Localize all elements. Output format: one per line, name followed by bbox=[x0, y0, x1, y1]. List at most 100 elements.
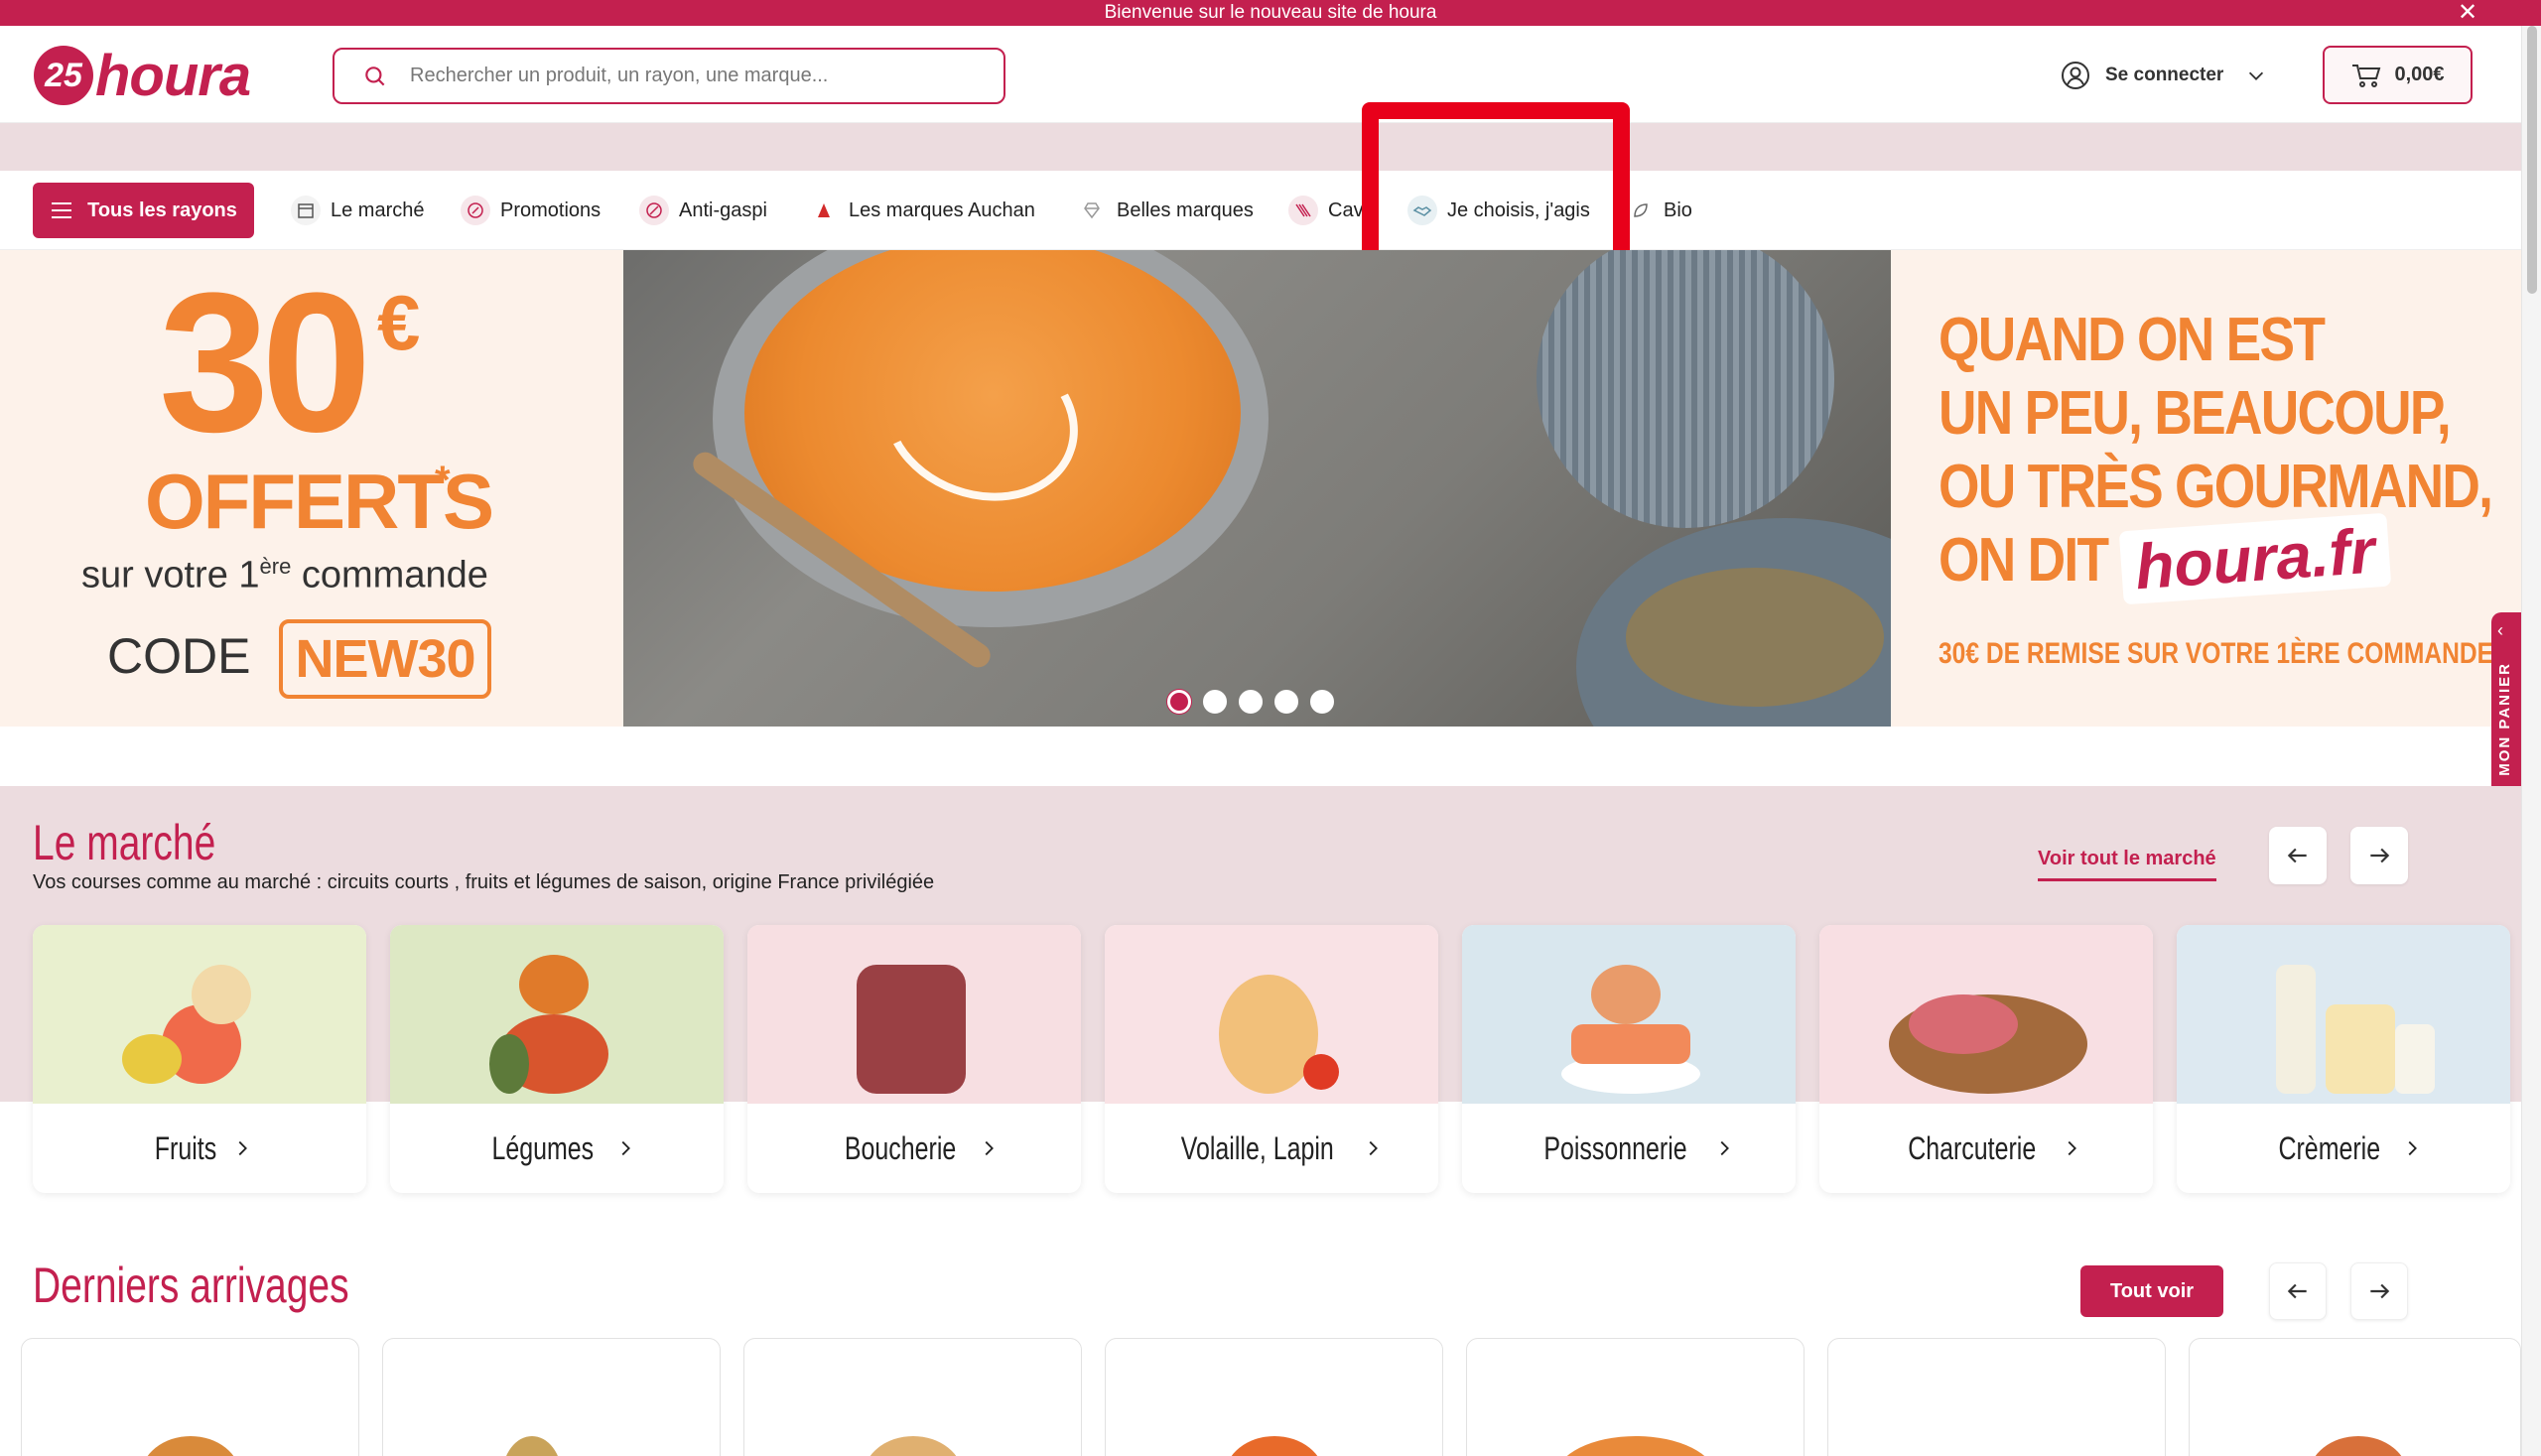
diamond-icon bbox=[1077, 196, 1107, 225]
nav-label: Les marques Auchan bbox=[849, 199, 1035, 221]
all-departments-label: Tous les rayons bbox=[87, 199, 237, 221]
carousel-dot[interactable] bbox=[1310, 690, 1334, 714]
product-card[interactable] bbox=[1466, 1338, 1805, 1456]
category-card-legumes[interactable]: Légumes bbox=[390, 925, 724, 1193]
carousel-dot[interactable] bbox=[1167, 690, 1191, 714]
product-card[interactable] bbox=[21, 1338, 359, 1456]
carousel-dot[interactable] bbox=[1239, 690, 1263, 714]
hero-promo-right: QUAND ON EST UN PEU, BEAUCOUP, OU TRÈS G… bbox=[1891, 250, 2521, 727]
arrow-left-icon bbox=[2287, 848, 2307, 863]
login-label: Se connecter bbox=[2105, 65, 2224, 85]
nav-item-promotions[interactable]: Promotions bbox=[461, 191, 601, 230]
product-image bbox=[864, 1436, 963, 1456]
voir-tout-marche-link[interactable]: Voir tout le marché bbox=[2038, 848, 2216, 881]
product-card[interactable] bbox=[1827, 1338, 2166, 1456]
logo-badge: 25 bbox=[34, 46, 93, 105]
seeds-shape bbox=[1626, 568, 1884, 707]
anti-waste-icon bbox=[639, 196, 669, 225]
nav-label: Promotions bbox=[500, 199, 602, 221]
cart-button[interactable]: 0,00€ bbox=[2323, 46, 2473, 104]
chevron-down-icon bbox=[2249, 71, 2264, 80]
marche-next-button[interactable] bbox=[2350, 827, 2408, 884]
hero-soup-image bbox=[623, 250, 1891, 727]
arrivages-next-button[interactable] bbox=[2350, 1262, 2408, 1320]
promo-first-order: sur votre 1ère commande bbox=[81, 554, 488, 596]
chevron-right-icon bbox=[238, 1140, 247, 1156]
nav-item-bio[interactable]: Bio bbox=[1626, 191, 1692, 230]
category-image bbox=[1462, 925, 1796, 1104]
nav-label: Bio bbox=[1664, 199, 1692, 221]
user-icon bbox=[2062, 62, 2089, 89]
arrow-left-icon bbox=[2287, 1283, 2307, 1299]
chevron-left-icon: ‹ bbox=[2497, 620, 2503, 640]
chevron-right-icon bbox=[1720, 1140, 1729, 1156]
mon-panier-label: MON PANIER bbox=[2496, 662, 2513, 776]
nav-item-je-choisis-j-agis[interactable]: Je choisis, j'agis bbox=[1407, 191, 1590, 230]
announcement-bar: Bienvenue sur le nouveau site de houra ✕ bbox=[0, 0, 2541, 26]
category-card-charcuterie[interactable]: Charcuterie bbox=[1819, 925, 2153, 1193]
search-icon bbox=[365, 66, 385, 85]
category-card-volaille-lapin[interactable]: Volaille, Lapin bbox=[1105, 925, 1438, 1193]
category-card-boucherie[interactable]: Boucherie bbox=[747, 925, 1081, 1193]
category-image bbox=[747, 925, 1081, 1104]
category-label: Poissonnerie bbox=[1462, 1104, 1796, 1193]
carousel-dot[interactable] bbox=[1274, 690, 1298, 714]
search-bar[interactable] bbox=[333, 48, 1005, 104]
page-scrollbar[interactable] bbox=[2521, 26, 2541, 1456]
nav-item-le-marche[interactable]: Le marché bbox=[291, 191, 425, 230]
tout-voir-button[interactable]: Tout voir bbox=[2080, 1265, 2223, 1317]
logo-text: houra bbox=[95, 43, 251, 108]
hero-promo-left: 30 € OFFERTS * sur votre 1ère commande C… bbox=[0, 250, 623, 727]
nav-item-cave[interactable]: Cav bbox=[1288, 191, 1364, 230]
search-input[interactable] bbox=[410, 65, 966, 87]
chevron-right-icon bbox=[1369, 1140, 1378, 1156]
login-button[interactable]: Se connecter bbox=[2060, 60, 2281, 91]
nav-item-marques-auchan[interactable]: Les marques Auchan bbox=[809, 191, 1035, 230]
percent-icon bbox=[461, 196, 490, 225]
marche-prev-button[interactable] bbox=[2269, 827, 2327, 884]
arrivages-prev-button[interactable] bbox=[2269, 1262, 2327, 1320]
hero-carousel[interactable]: 30 € OFFERTS * sur votre 1ère commande C… bbox=[0, 250, 2521, 727]
product-image bbox=[1225, 1436, 1324, 1456]
promo-code-label: CODE bbox=[107, 628, 251, 684]
product-image bbox=[141, 1436, 240, 1456]
chevron-right-icon bbox=[621, 1140, 630, 1156]
close-icon[interactable]: ✕ bbox=[2456, 1, 2479, 25]
site-header: 25 houra Se connecter 0,00€ bbox=[0, 26, 2521, 123]
promo-band bbox=[0, 123, 2521, 171]
category-card-fruits[interactable]: Fruits bbox=[33, 925, 366, 1193]
promo-amount: 30 bbox=[159, 252, 371, 473]
category-label: Boucherie bbox=[747, 1104, 1081, 1193]
product-card[interactable] bbox=[2189, 1338, 2521, 1456]
category-card-cremerie[interactable]: Crèmerie bbox=[2177, 925, 2510, 1193]
category-image bbox=[1105, 925, 1438, 1104]
category-image bbox=[33, 925, 366, 1104]
category-label: Crèmerie bbox=[2177, 1104, 2510, 1193]
nav-item-belles-marques[interactable]: Belles marques bbox=[1077, 191, 1254, 230]
category-label: Légumes bbox=[390, 1104, 724, 1193]
handshake-icon bbox=[1407, 196, 1437, 225]
nav-label: Le marché bbox=[331, 199, 425, 221]
houra-logo[interactable]: 25 houra bbox=[34, 43, 251, 108]
market-stall-icon bbox=[291, 196, 321, 225]
product-card[interactable] bbox=[382, 1338, 721, 1456]
all-departments-button[interactable]: Tous les rayons bbox=[33, 183, 254, 238]
promo-code-value: NEW30 bbox=[279, 619, 491, 699]
arrow-right-icon bbox=[2370, 1283, 2390, 1299]
category-card-poissonnerie[interactable]: Poissonnerie bbox=[1462, 925, 1796, 1193]
product-card[interactable] bbox=[743, 1338, 1082, 1456]
scroll-thumb[interactable] bbox=[2527, 26, 2537, 294]
chevron-right-icon bbox=[2408, 1140, 2417, 1156]
jar-shape bbox=[1537, 250, 1834, 528]
category-image bbox=[390, 925, 724, 1104]
menu-icon bbox=[52, 202, 72, 218]
main-nav: Tous les rayons Le marché Promotions Ant… bbox=[0, 171, 2521, 250]
carousel-dots bbox=[1167, 690, 1334, 714]
marche-subtitle: Vos courses comme au marché : circuits c… bbox=[33, 871, 935, 893]
nav-label: Cav bbox=[1328, 199, 1364, 221]
nav-label: Je choisis, j'agis bbox=[1447, 199, 1590, 221]
wine-icon bbox=[1288, 196, 1318, 225]
nav-item-anti-gaspi[interactable]: Anti-gaspi bbox=[639, 191, 767, 230]
carousel-dot[interactable] bbox=[1203, 690, 1227, 714]
product-card[interactable] bbox=[1105, 1338, 1443, 1456]
